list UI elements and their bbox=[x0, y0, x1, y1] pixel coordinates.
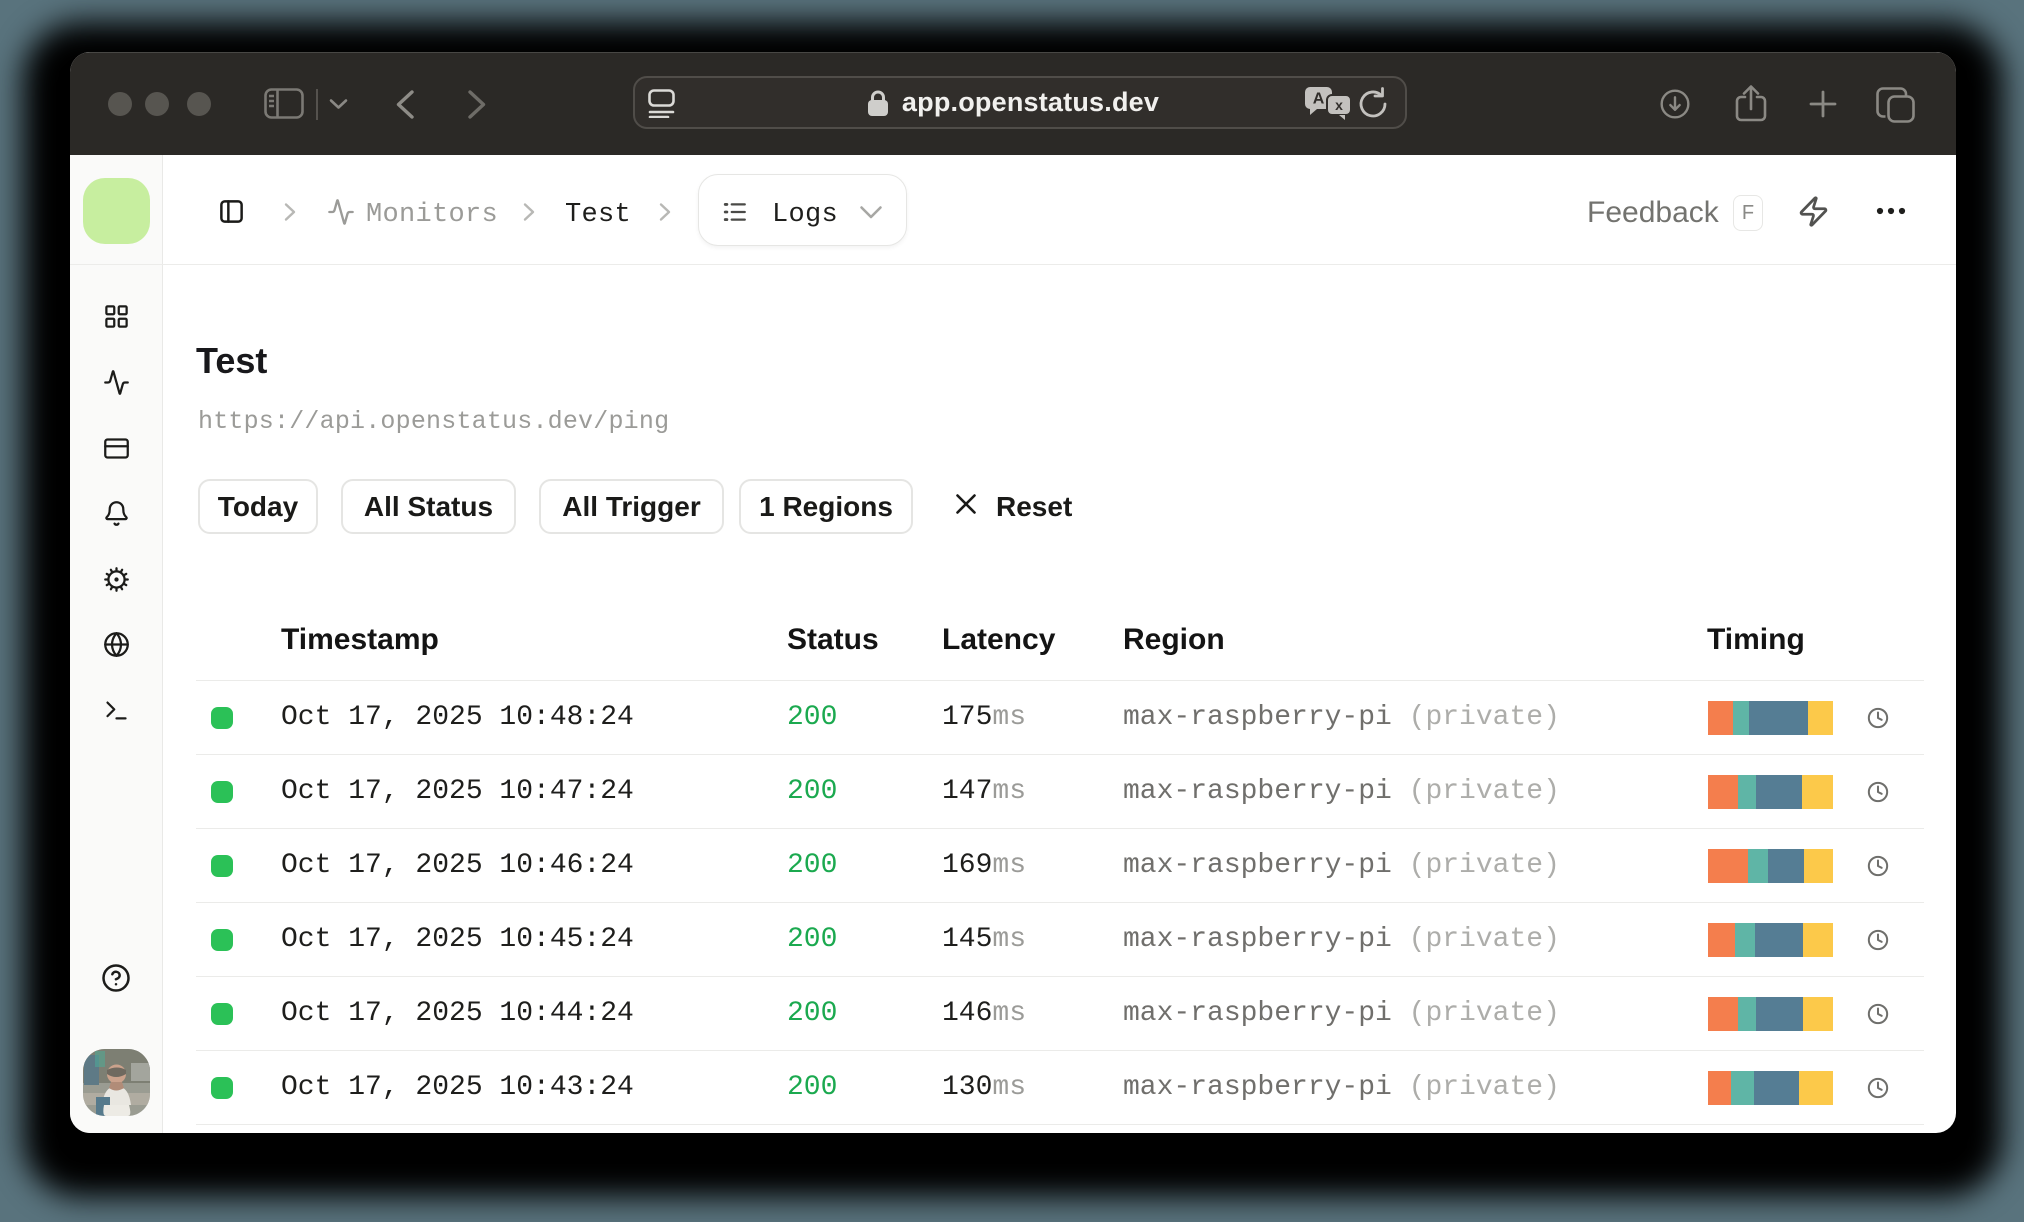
svg-text:A: A bbox=[1313, 91, 1325, 108]
svg-text:x: x bbox=[1335, 97, 1343, 113]
